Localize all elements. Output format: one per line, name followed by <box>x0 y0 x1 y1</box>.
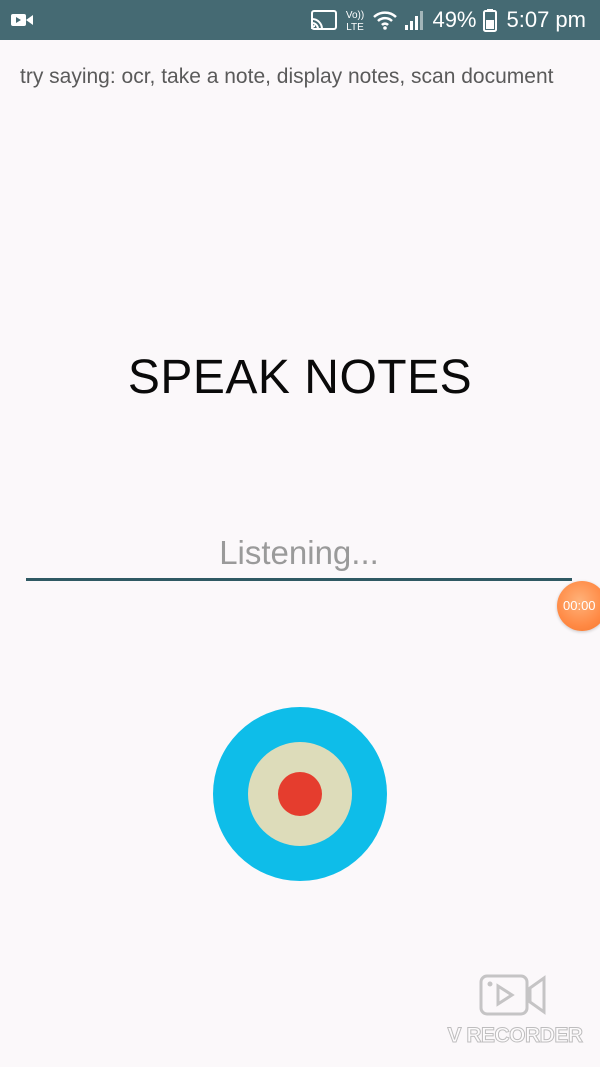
video-recorder-icon <box>478 972 548 1025</box>
status-bar: Vo)) LTE 49% 5:07 pm <box>0 0 600 40</box>
status-time: 5:07 pm <box>506 7 587 32</box>
recorder-watermark: V RECORDER <box>440 972 590 1052</box>
battery-percent: 49% <box>432 7 477 32</box>
network-label-bottom: LTE <box>347 22 365 33</box>
listening-input[interactable] <box>26 528 572 581</box>
record-button[interactable] <box>213 707 387 881</box>
page-title: SPEAK NOTES <box>127 351 473 404</box>
signal-icon <box>404 9 424 31</box>
network-label-top: Vo)) <box>346 10 364 21</box>
hint-text: try saying: ocr, take a note, display no… <box>20 65 554 88</box>
wifi-icon <box>372 9 398 31</box>
watermark-text: V RECORDER <box>447 1024 584 1048</box>
cast-icon <box>310 9 338 31</box>
video-camera-icon <box>10 11 34 29</box>
recorder-timer-bubble[interactable]: 00:00 <box>557 581 600 631</box>
status-icons: Vo)) LTE 49% 5:07 pm <box>310 0 586 40</box>
volte-icon: Vo)) LTE <box>344 7 366 33</box>
record-button-inner-ring <box>248 742 352 846</box>
record-dot-icon <box>278 772 322 816</box>
battery-icon <box>482 8 497 32</box>
listening-field-container <box>26 528 572 584</box>
